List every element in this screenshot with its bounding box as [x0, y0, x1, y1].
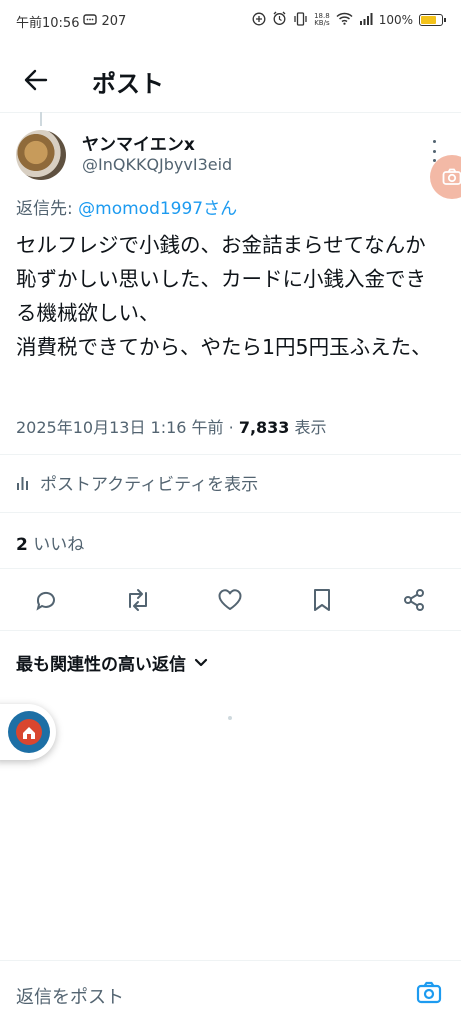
compose-camera-button[interactable]: [415, 979, 443, 1007]
signal-icon: [359, 12, 373, 28]
top-app-bar: ポスト: [0, 52, 461, 108]
thread-connector: [40, 112, 42, 126]
post-meta: 2025年10月13日 1:16 午前 · 7,833 表示: [16, 414, 327, 438]
post-action-bar: [0, 580, 461, 620]
net-speed: 18.8 KB/s: [314, 12, 330, 27]
floating-side-app-button[interactable]: [0, 704, 56, 760]
floating-screenshot-button[interactable]: [430, 155, 461, 199]
arrow-left-icon: [24, 69, 48, 91]
meta-divider: [0, 454, 461, 455]
actions-divider: [0, 630, 461, 631]
analytics-icon: [17, 476, 28, 490]
avatar[interactable]: [16, 130, 66, 180]
more-dot-icon: [432, 140, 436, 143]
page-title: ポスト: [92, 70, 164, 98]
author-handle[interactable]: @InQKKQJbyvI3eid: [82, 155, 232, 174]
back-button[interactable]: [18, 64, 54, 96]
more-dot-icon: [432, 149, 436, 153]
post-body: セルフレジで小銭の、お金詰まらせてなんか恥ずかしい思いした、カードに小銭入金でき…: [16, 233, 432, 359]
header-divider: [0, 112, 461, 113]
comment-icon: [36, 591, 55, 611]
status-time: 午前10:56: [16, 16, 80, 31]
reply-to-mention[interactable]: @momod1997さん: [78, 199, 237, 219]
camera-icon: [416, 981, 442, 1004]
notification-count: 207: [101, 14, 127, 29]
reply-sort-label: 最も関連性の高い返信: [16, 655, 186, 675]
alarm-icon: [272, 11, 287, 29]
reply-to-line: 返信先: @momod1997さん: [16, 194, 237, 219]
author-name[interactable]: ヤンマイエンx: [82, 130, 195, 155]
activity-divider: [0, 512, 461, 513]
battery-icon: [419, 14, 446, 26]
views-label: 表示: [289, 418, 327, 437]
likes-divider: [0, 568, 461, 569]
post-activity-label: ポストアクティビティを表示: [40, 475, 259, 495]
likes-count: 2: [16, 535, 28, 555]
reply-compose-placeholder[interactable]: 返信をポスト: [16, 983, 124, 1009]
bookmark-icon: [314, 589, 330, 611]
share-button[interactable]: [400, 586, 428, 614]
status-bar: 午前10:56 207 18.8 KB/s 100%: [0, 0, 461, 42]
repost-icon: [129, 589, 147, 611]
message-icon: [83, 13, 98, 30]
battery-percent: 100%: [378, 13, 413, 27]
share-icon: [404, 589, 424, 611]
home-app-icon: [8, 711, 50, 753]
likes-summary[interactable]: 2 いいね: [16, 530, 84, 555]
vibrate-icon: [293, 11, 308, 29]
like-button[interactable]: [216, 586, 244, 614]
likes-label: いいね: [27, 535, 85, 555]
wifi-icon: [336, 12, 353, 28]
loading-indicator: [228, 716, 232, 720]
chevron-down-icon: [194, 658, 208, 666]
add-circle-icon: [252, 12, 266, 29]
reply-to-prefix: 返信先:: [16, 199, 79, 219]
bookmark-button[interactable]: [308, 586, 336, 614]
post-timestamp: 2025年10月13日 1:16 午前 ·: [16, 418, 239, 437]
reply-button[interactable]: [32, 586, 60, 614]
reply-compose-bar[interactable]: 返信をポスト: [0, 960, 461, 1025]
reply-sort-dropdown[interactable]: 最も関連性の高い返信: [16, 650, 208, 675]
camera-icon: [442, 168, 461, 185]
post-activity-link[interactable]: ポストアクティビティを表示: [16, 470, 258, 495]
heart-icon: [218, 589, 242, 610]
repost-button[interactable]: [124, 586, 152, 614]
views-count: 7,833: [238, 418, 290, 437]
